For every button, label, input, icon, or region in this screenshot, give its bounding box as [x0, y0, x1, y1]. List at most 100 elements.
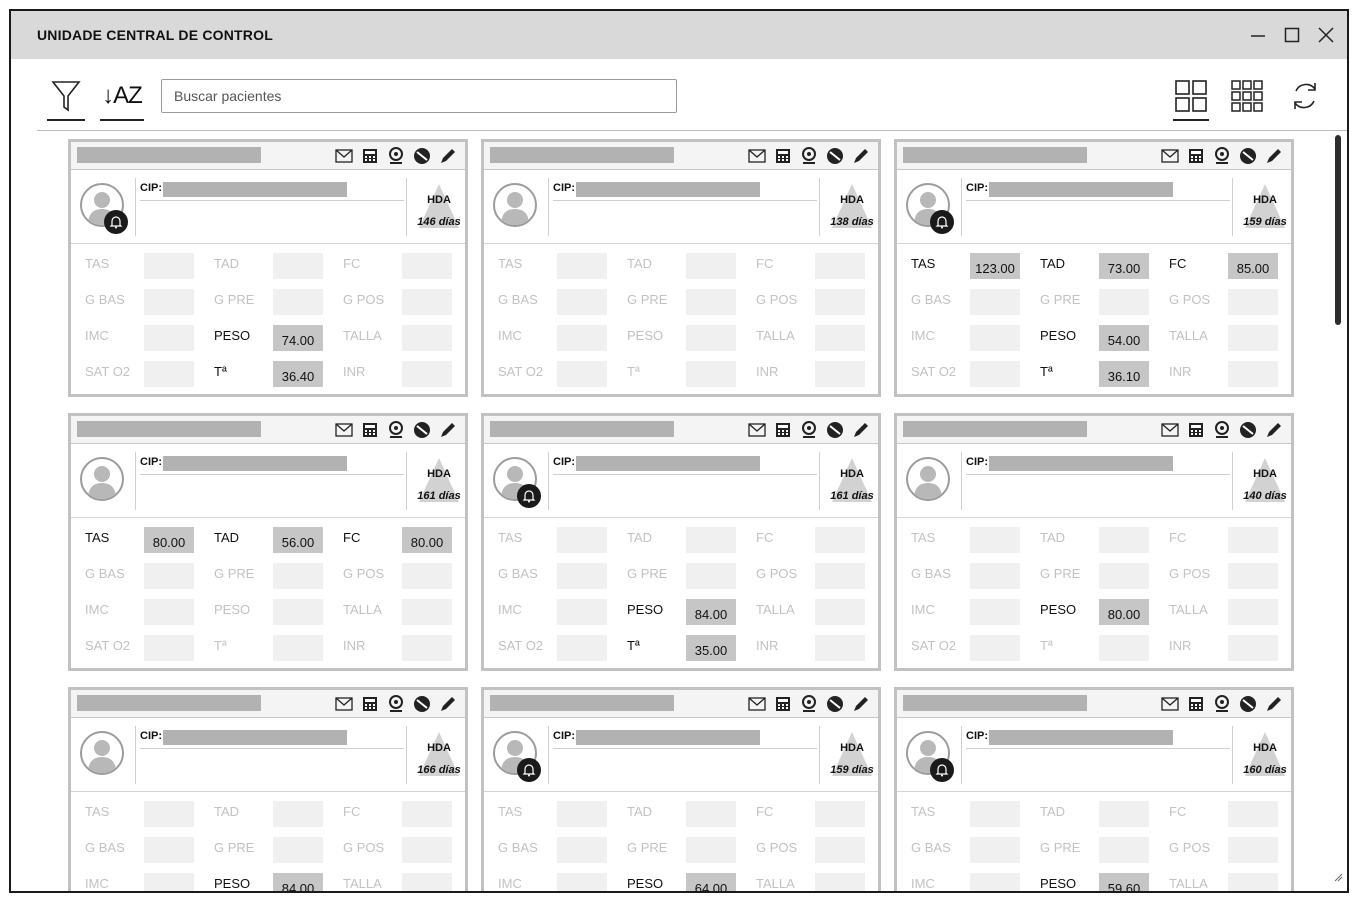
vital-label: G BAS [85, 292, 125, 307]
calculator-icon[interactable] [774, 147, 792, 165]
card-header [897, 142, 1291, 170]
patient-card[interactable]: CIP: HDA 140 días TAS TAD FC G BAS G PRE G PO… [894, 413, 1294, 671]
medical-icon[interactable] [387, 147, 405, 165]
calculator-icon[interactable] [774, 695, 792, 713]
hda-label: HDA [427, 468, 451, 480]
bell-icon[interactable] [930, 758, 954, 782]
vital-label: SAT O2 [85, 364, 131, 379]
mail-icon[interactable] [1161, 695, 1179, 713]
hda-indicator: HDA 159 días [824, 726, 880, 784]
vital-label: FC [343, 530, 361, 545]
vital-label: TAD [627, 804, 653, 819]
mail-icon[interactable] [335, 695, 353, 713]
disable-icon[interactable] [826, 147, 844, 165]
search-input[interactable] [161, 79, 677, 113]
medical-icon[interactable] [800, 695, 818, 713]
patient-card[interactable]: CIP: HDA 161 días TAS TAD FC G BAS G PRE G PO… [481, 413, 881, 671]
card-header [71, 142, 465, 170]
disable-icon[interactable] [413, 147, 431, 165]
calculator-icon[interactable] [1187, 147, 1205, 165]
bell-icon[interactable] [517, 758, 541, 782]
mail-icon[interactable] [748, 695, 766, 713]
medical-icon[interactable] [1213, 147, 1231, 165]
vital-label: TAS [85, 804, 110, 819]
patient-card[interactable]: CIP: HDA 166 días TAS TAD FC G BAS G PRE G PO… [68, 687, 468, 891]
calculator-icon[interactable] [361, 147, 379, 165]
medical-icon[interactable] [387, 421, 405, 439]
hda-label: HDA [840, 742, 864, 754]
patient-card[interactable]: CIP: HDA 138 días TAS TAD FC G BAS G PRE G PO… [481, 139, 881, 397]
sort-az-button[interactable]: ↓AZ [100, 73, 144, 121]
filter-funnel-icon [51, 81, 81, 112]
calculator-icon[interactable] [1187, 421, 1205, 439]
disable-icon[interactable] [1239, 147, 1257, 165]
vital-label: PESO [1040, 602, 1077, 617]
patient-card[interactable]: CIP: HDA 159 días TAS TAD FC G BAS G PRE G PO… [481, 687, 881, 891]
mail-icon[interactable] [748, 147, 766, 165]
edit-icon[interactable] [1265, 147, 1283, 165]
filter-button[interactable] [47, 73, 85, 121]
grid-2x2-icon [1175, 80, 1207, 112]
vital-label: IMC [85, 876, 109, 891]
hda-indicator: HDA 161 días [411, 452, 467, 510]
edit-icon[interactable] [852, 695, 870, 713]
vital-value [815, 837, 865, 863]
edit-icon[interactable] [439, 147, 457, 165]
refresh-button[interactable] [1287, 73, 1323, 119]
medical-icon[interactable] [1213, 695, 1231, 713]
medical-icon[interactable] [1213, 421, 1231, 439]
vital-label: G POS [343, 566, 385, 581]
cip-value-redacted [989, 456, 1173, 471]
calculator-icon[interactable] [361, 695, 379, 713]
vertical-scrollbar[interactable] [1335, 135, 1341, 325]
edit-icon[interactable] [1265, 421, 1283, 439]
medical-icon[interactable] [800, 147, 818, 165]
medical-icon[interactable] [800, 421, 818, 439]
vital-value [273, 801, 323, 827]
close-icon[interactable] [1315, 24, 1337, 46]
minimize-icon[interactable] [1247, 24, 1269, 46]
calculator-icon[interactable] [1187, 695, 1205, 713]
edit-icon[interactable] [852, 421, 870, 439]
card-header [71, 416, 465, 444]
maximize-icon[interactable] [1281, 24, 1303, 46]
calculator-icon[interactable] [774, 421, 792, 439]
disable-icon[interactable] [1239, 421, 1257, 439]
vital-label: IMC [911, 602, 935, 617]
view-3x3-button[interactable] [1229, 73, 1265, 119]
vital-value [557, 563, 607, 589]
edit-icon[interactable] [439, 695, 457, 713]
medical-icon[interactable] [387, 695, 405, 713]
edit-icon[interactable] [439, 421, 457, 439]
bell-icon[interactable] [930, 210, 954, 234]
vital-value [557, 873, 607, 891]
disable-icon[interactable] [413, 695, 431, 713]
patient-card[interactable]: CIP: HDA 160 días TAS TAD FC G BAS G PRE G PO… [894, 687, 1294, 891]
mail-icon[interactable] [1161, 421, 1179, 439]
disable-icon[interactable] [826, 421, 844, 439]
mail-icon[interactable] [335, 421, 353, 439]
resize-grip-icon[interactable] [1333, 869, 1343, 887]
disable-icon[interactable] [413, 421, 431, 439]
patient-card[interactable]: CIP: HDA 159 días TAS 123.00 TAD 73.00 FC 85.… [894, 139, 1294, 397]
vital-value: 85.00 [1228, 253, 1278, 279]
vital-label: TAD [214, 804, 240, 819]
vital-value [273, 289, 323, 315]
mail-icon[interactable] [1161, 147, 1179, 165]
edit-icon[interactable] [852, 147, 870, 165]
divider [548, 452, 549, 510]
mail-icon[interactable] [335, 147, 353, 165]
vital-value: 73.00 [1099, 253, 1149, 279]
patient-card[interactable]: CIP: HDA 161 días TAS 80.00 TAD 56.00 FC 80.0… [68, 413, 468, 671]
bell-icon[interactable] [517, 484, 541, 508]
disable-icon[interactable] [1239, 695, 1257, 713]
mail-icon[interactable] [748, 421, 766, 439]
view-2x2-button[interactable] [1173, 73, 1209, 121]
edit-icon[interactable] [1265, 695, 1283, 713]
window-controls [1247, 24, 1347, 46]
title-bar: UNIDADE CENTRAL DE CONTROL [11, 11, 1347, 59]
patient-card[interactable]: CIP: HDA 146 días TAS TAD FC G BAS G PRE G PO… [68, 139, 468, 397]
bell-icon[interactable] [104, 210, 128, 234]
calculator-icon[interactable] [361, 421, 379, 439]
disable-icon[interactable] [826, 695, 844, 713]
